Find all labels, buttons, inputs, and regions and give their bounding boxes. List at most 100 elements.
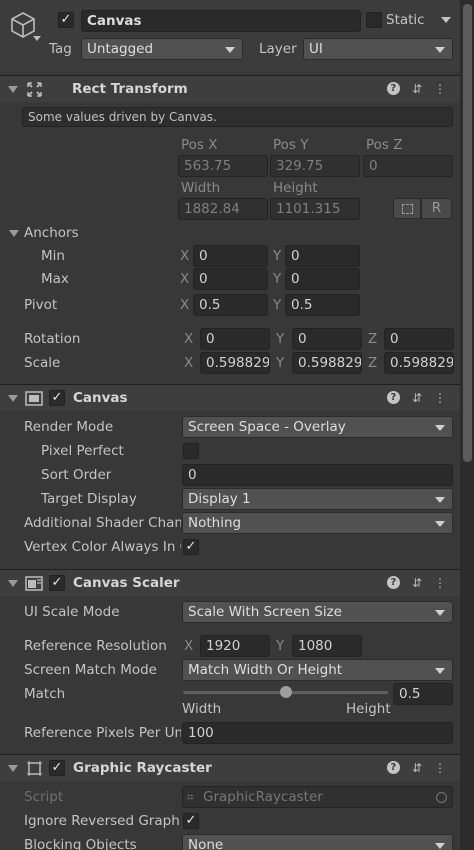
kebab-menu-icon[interactable]: ⋮ [434,761,446,775]
render-mode-dropdown[interactable]: Screen Space - Overlay [182,416,453,438]
scale-x-field[interactable]: 0.598829 [200,352,270,374]
object-name-field[interactable]: Canvas [81,10,361,32]
min-x-axis: X [180,248,190,264]
vertex-color-label: Vertex Color Always In Gamma Color Space [24,539,181,555]
scrollbar-thumb[interactable] [463,4,472,462]
canvas-header[interactable]: ✓ Canvas ? ⇵ ⋮ [0,384,460,411]
ui-scale-mode-label: UI Scale Mode [24,604,120,620]
object-active-checkbox[interactable]: ✓ [58,12,74,28]
max-y-field[interactable]: 0 [285,268,360,290]
rect-transform-header[interactable]: Rect Transform ? ⇵ ⋮ [0,75,460,102]
scale-label: Scale [24,355,61,371]
pos-x-field: 563.75 [178,155,268,177]
pos-z-label: Pos Z [366,137,403,153]
vertex-color-checkbox[interactable]: ✓ [183,539,199,555]
raw-edit-button[interactable]: R [421,198,452,219]
pos-y-field: 329.75 [270,155,360,177]
rotation-label: Rotation [24,331,81,347]
pos-z-field[interactable]: 0 [363,155,453,177]
preset-icon[interactable]: ⇵ [412,576,422,590]
min-x-field[interactable]: 0 [193,245,268,267]
scale-y-field[interactable]: 0.598829 [292,352,362,374]
preset-icon[interactable]: ⇵ [412,82,422,96]
pixel-perfect-checkbox[interactable] [183,443,199,459]
match-slider-thumb[interactable] [279,686,292,698]
collapse-arrow[interactable] [8,580,18,587]
shader-channels-dropdown[interactable]: Nothing [182,512,453,534]
rot-x-axis: X [184,331,194,347]
ignore-reversed-checkbox[interactable]: ✓ [183,813,199,829]
anchor-min-label: Min [41,248,65,264]
object-icon-dropdown[interactable] [33,36,41,41]
preset-icon[interactable]: ⇵ [412,391,422,405]
dotted-rect-icon [402,204,413,214]
help-icon[interactable]: ? [386,576,400,589]
blocking-objects-dropdown[interactable]: None [182,834,453,850]
layer-dropdown[interactable]: UI [303,38,453,60]
canvas-title: Canvas [73,390,128,406]
script-field: ⌗ GraphicRaycaster [182,786,453,808]
ref-x-axis: X [184,638,194,654]
canvas-scaler-title: Canvas Scaler [73,575,180,591]
scale-z-axis: Z [368,355,378,371]
tag-label: Tag [49,41,72,57]
scale-y-axis: Y [276,355,285,371]
graphic-raycaster-title: Graphic Raycaster [73,760,212,776]
graphic-raycaster-enabled-checkbox[interactable]: ✓ [49,760,65,776]
rot-y-field[interactable]: 0 [292,328,362,350]
match-value-field[interactable]: 0.5 [393,683,453,705]
min-y-field[interactable]: 0 [285,245,360,267]
ref-res-y-field[interactable]: 1080 [292,635,362,657]
target-display-dropdown[interactable]: Display 1 [182,488,453,510]
rot-z-axis: Z [368,331,378,347]
reference-ppu-field[interactable]: 100 [182,722,453,744]
height-label: Height [273,180,318,196]
pivot-x-axis: X [180,297,190,313]
static-dropdown-arrow[interactable] [441,17,451,23]
static-checkbox[interactable] [366,12,382,28]
match-label: Match [24,686,66,702]
target-display-label: Target Display [41,491,137,507]
preset-icon[interactable]: ⇵ [412,761,422,775]
collapse-arrow[interactable] [8,395,18,402]
max-x-field[interactable]: 0 [193,268,268,290]
pivot-y-field[interactable]: 0.5 [285,294,360,316]
canvas-enabled-checkbox[interactable]: ✓ [49,390,65,406]
rect-transform-icon [27,82,42,97]
ref-res-x-field[interactable]: 1920 [200,635,270,657]
collapse-arrow[interactable] [8,86,18,93]
tag-dropdown[interactable]: Untagged [81,38,243,60]
blueprint-mode-button[interactable] [393,198,421,219]
object-header: ✓ Canvas Static Tag Untagged Layer UI [0,0,460,72]
pivot-x-field[interactable]: 0.5 [193,294,268,316]
script-icon: ⌗ [187,790,194,804]
max-y-axis: Y [273,271,282,287]
canvas-scaler-enabled-checkbox[interactable]: ✓ [49,575,65,591]
pivot-y-axis: Y [273,297,282,313]
kebab-menu-icon[interactable]: ⋮ [434,391,446,405]
rot-z-field[interactable]: 0 [384,328,454,350]
pixel-perfect-label: Pixel Perfect [41,443,124,459]
screen-match-mode-dropdown[interactable]: Match Width Or Height [182,659,453,681]
ui-scale-mode-dropdown[interactable]: Scale With Screen Size [182,601,453,623]
reference-resolution-label: Reference Resolution [24,638,167,654]
scale-z-field[interactable]: 0.598829 [384,352,454,374]
graphic-raycaster-header[interactable]: ✓ Graphic Raycaster ? ⇵ ⋮ [0,754,460,781]
sort-order-label: Sort Order [41,467,112,483]
sort-order-field[interactable]: 0 [182,464,453,486]
canvas-scaler-header[interactable]: ✓ Canvas Scaler ? ⇵ ⋮ [0,569,460,596]
inspector-scrollbar[interactable] [460,0,474,850]
kebab-menu-icon[interactable]: ⋮ [434,82,446,96]
anchors-fold-arrow[interactable] [9,230,19,237]
anchor-max-label: Max [41,271,69,287]
kebab-menu-icon[interactable]: ⋮ [434,576,446,590]
pivot-label: Pivot [24,297,58,313]
help-icon[interactable]: ? [386,391,400,404]
rot-x-field[interactable]: 0 [200,328,270,350]
collapse-arrow[interactable] [8,765,18,772]
help-icon[interactable]: ? [386,761,400,774]
shader-channels-label: Additional Shader Channels [24,515,181,531]
ref-y-axis: Y [276,638,285,654]
script-name: GraphicRaycaster [203,789,323,805]
help-icon[interactable]: ? [386,82,400,95]
